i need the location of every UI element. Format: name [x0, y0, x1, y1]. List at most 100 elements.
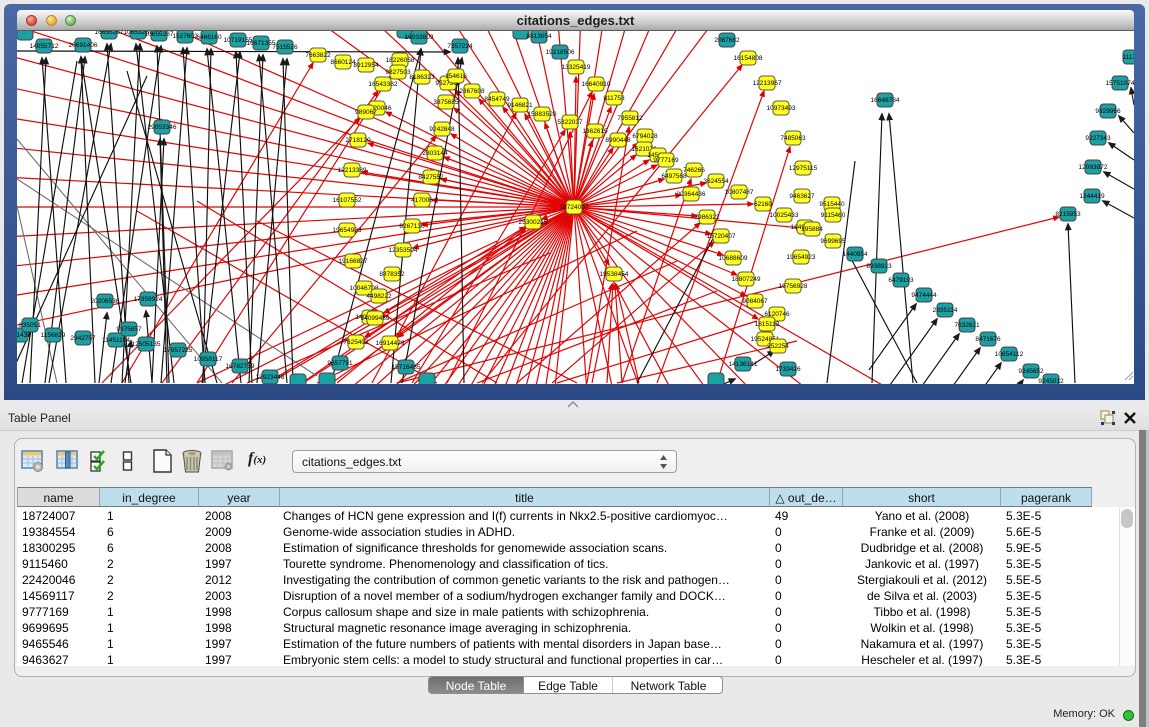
svg-text:1815112: 1815112 — [755, 321, 780, 328]
svg-text:16782759: 16782759 — [226, 363, 255, 370]
svg-text:12923448: 12923448 — [256, 374, 285, 381]
svg-text:8186323: 8186323 — [409, 74, 435, 81]
svg-text:8938923: 8938923 — [866, 263, 892, 270]
svg-text:19218506: 19218506 — [546, 49, 575, 56]
svg-text:9245652: 9245652 — [1018, 368, 1044, 375]
svg-text:9463627: 9463627 — [789, 193, 815, 200]
svg-text:8471676: 8471676 — [975, 336, 1001, 343]
svg-text:9699695: 9699695 — [820, 238, 846, 245]
svg-text:10655287: 10655287 — [145, 31, 174, 38]
svg-text:19756928: 19756928 — [779, 283, 808, 290]
svg-text:19166827: 19166827 — [339, 258, 368, 265]
svg-text:14136141: 14136141 — [729, 361, 758, 368]
svg-text:1244419: 1244419 — [1079, 193, 1105, 200]
svg-text:1733426: 1733426 — [775, 366, 801, 373]
svg-text:2803144: 2803144 — [422, 150, 448, 157]
svg-text:12353594: 12353594 — [389, 247, 418, 254]
svg-text:19654923: 19654923 — [787, 254, 816, 261]
svg-text:12975115: 12975115 — [789, 165, 818, 172]
svg-text:154616: 154616 — [445, 73, 467, 80]
svg-text:6466160: 6466160 — [196, 34, 222, 41]
svg-text:8813054: 8813054 — [526, 33, 552, 40]
svg-text:2942757: 2942757 — [70, 335, 96, 342]
svg-text:9975857: 9975857 — [116, 326, 142, 333]
svg-text:16640910: 16640910 — [582, 81, 611, 88]
svg-text:6479193: 6479193 — [888, 277, 914, 284]
svg-text:16033809: 16033809 — [405, 34, 434, 41]
svg-text:10958117: 10958117 — [194, 356, 223, 363]
svg-text:9146821: 9146821 — [507, 102, 533, 109]
svg-text:7357224: 7357224 — [447, 43, 473, 50]
svg-text:15751074: 15751074 — [1106, 80, 1134, 87]
svg-text:15883520: 15883520 — [528, 111, 557, 118]
svg-text:7485063: 7485063 — [780, 135, 806, 142]
svg-text:8660124: 8660124 — [330, 59, 356, 66]
svg-text:9515440: 9515440 — [819, 201, 845, 208]
svg-text:7663822: 7663822 — [305, 52, 331, 59]
svg-text:9777169: 9777169 — [653, 157, 679, 164]
svg-text:17957225: 17957225 — [164, 347, 193, 354]
svg-text:989067: 989067 — [355, 109, 377, 116]
svg-text:8267130: 8267130 — [399, 223, 425, 230]
svg-text:8215953: 8215953 — [1055, 211, 1081, 218]
svg-text:9242848: 9242848 — [429, 126, 455, 133]
svg-text:2935114: 2935114 — [933, 307, 958, 314]
svg-text:12213389: 12213389 — [338, 167, 367, 174]
svg-text:19538454: 19538454 — [600, 271, 629, 278]
svg-text:19654923: 19654923 — [333, 227, 362, 234]
svg-text:10688609: 10688609 — [719, 255, 748, 262]
svg-text:835051: 835051 — [19, 322, 41, 329]
svg-text:8912954: 8912954 — [353, 62, 379, 69]
svg-text:12093872: 12093872 — [1079, 164, 1108, 171]
svg-text:10973493: 10973493 — [767, 105, 796, 112]
svg-text:15720407: 15720407 — [707, 233, 736, 240]
svg-text:1156829: 1156829 — [41, 332, 66, 339]
svg-text:18807249: 18807249 — [732, 276, 761, 283]
svg-text:10807487: 10807487 — [725, 189, 754, 196]
svg-text:16107552: 16107552 — [333, 197, 362, 204]
svg-text:18226058: 18226058 — [386, 57, 415, 64]
svg-text:6794028: 6794028 — [632, 133, 658, 140]
svg-text:9474444: 9474444 — [911, 292, 937, 299]
svg-text:991439: 991439 — [17, 332, 31, 339]
svg-text:16154808: 16154808 — [734, 55, 763, 62]
svg-text:10025433: 10025433 — [770, 212, 799, 219]
svg-text:12213967: 12213967 — [753, 80, 782, 87]
svg-text:1527602: 1527602 — [172, 33, 198, 40]
svg-text:9084067: 9084067 — [742, 298, 768, 305]
svg-text:16648784: 16648784 — [871, 97, 900, 104]
svg-text:13325419: 13325419 — [562, 64, 591, 71]
svg-text:16914479: 16914479 — [376, 340, 405, 347]
svg-text:811753: 811753 — [603, 95, 625, 102]
svg-text:417006: 417006 — [411, 197, 433, 204]
svg-text:7515526: 7515526 — [272, 44, 298, 51]
svg-text:20691406: 20691406 — [69, 42, 98, 49]
svg-text:6497568: 6497568 — [661, 173, 687, 180]
svg-text:2867608: 2867608 — [459, 88, 485, 95]
svg-text:9657791: 9657791 — [327, 360, 353, 367]
svg-text:7986322: 7986322 — [694, 214, 720, 221]
svg-text:14055712: 14055712 — [30, 43, 59, 50]
svg-text:9827503: 9827503 — [385, 69, 411, 76]
svg-text:29053346: 29053346 — [148, 124, 177, 131]
svg-text:18724007: 18724007 — [560, 204, 589, 211]
svg-text:8878352: 8878352 — [379, 271, 405, 278]
svg-text:15716485: 15716485 — [392, 364, 421, 371]
svg-text:1362615: 1362615 — [582, 128, 608, 135]
svg-text:3875685: 3875685 — [433, 99, 459, 106]
svg-text:20206536: 20206536 — [91, 298, 120, 305]
svg-text:195884: 195884 — [801, 226, 823, 233]
svg-text:12505135: 12505135 — [132, 341, 161, 348]
svg-text:5322037: 5322037 — [557, 119, 583, 126]
svg-text:7625402: 7625402 — [343, 339, 369, 346]
svg-text:11451194: 11451194 — [102, 337, 130, 344]
svg-text:16543382: 16543382 — [369, 81, 398, 88]
svg-text:17359924: 17359924 — [134, 296, 163, 303]
svg-text:9245012: 9245012 — [1038, 378, 1064, 384]
svg-text:14099489: 14099489 — [361, 315, 390, 322]
svg-text:11172: 11172 — [1122, 54, 1134, 61]
svg-text:9829966: 9829966 — [1095, 108, 1121, 115]
svg-text:2718120: 2718120 — [345, 137, 371, 144]
svg-text:7632621: 7632621 — [954, 322, 980, 329]
svg-text:4498222: 4498222 — [366, 293, 392, 300]
